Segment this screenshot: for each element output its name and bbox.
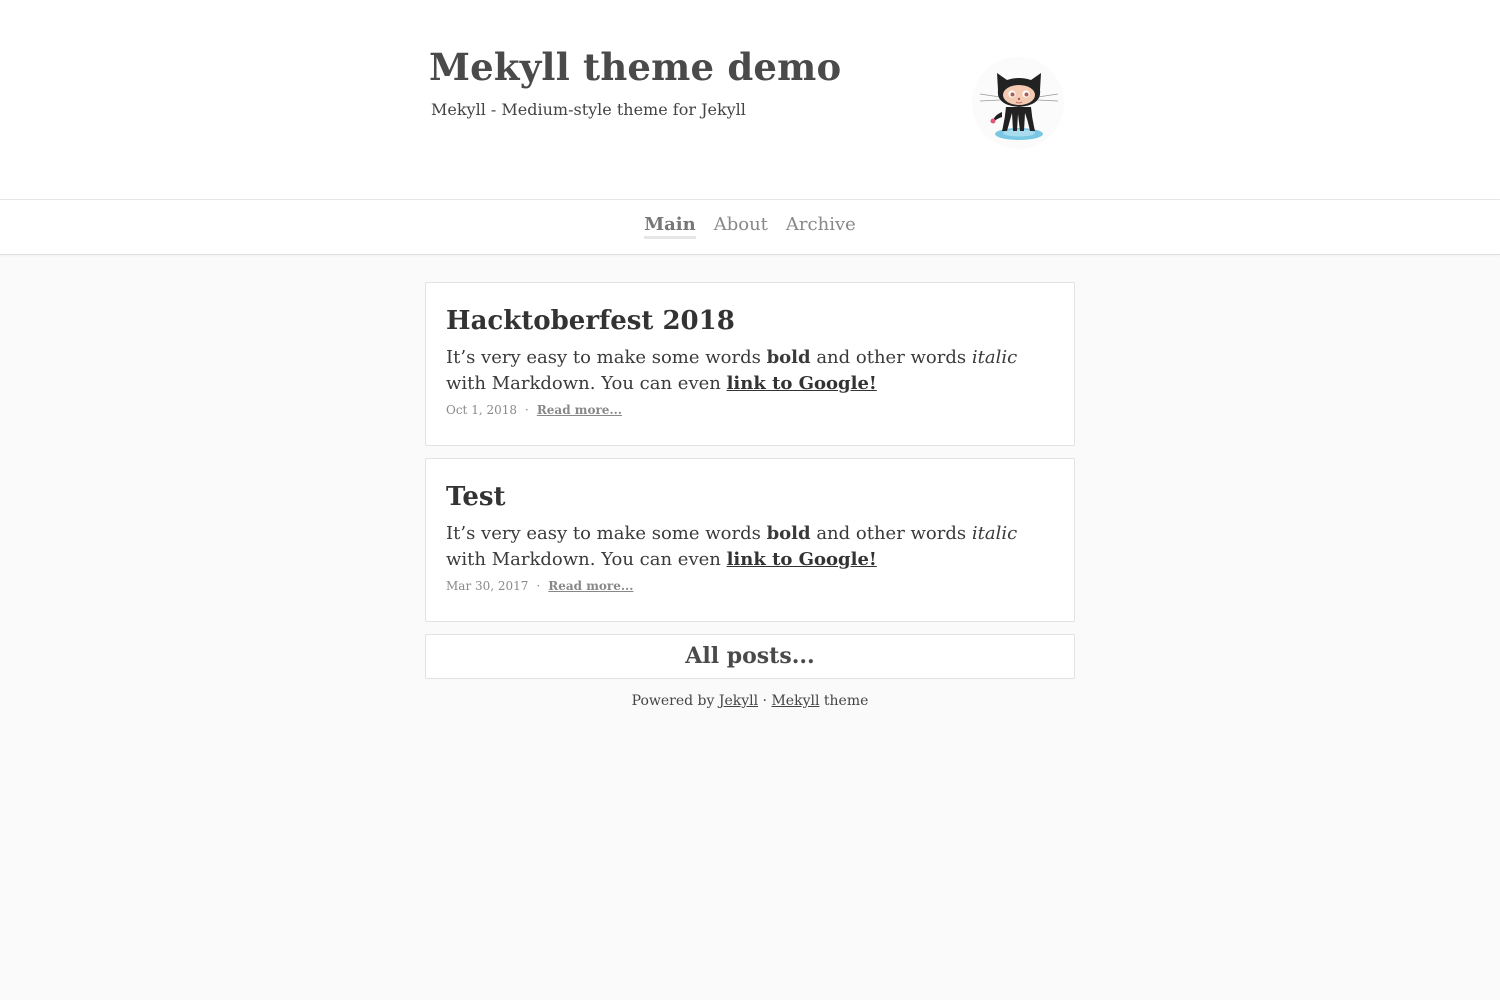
main-nav: Main About Archive xyxy=(0,199,1500,255)
site-title[interactable]: Mekyll theme demo xyxy=(429,45,841,89)
meta-separator: · xyxy=(525,403,529,417)
site-footer: Powered by Jekyll · Mekyll theme xyxy=(425,693,1075,709)
excerpt-italic: italic xyxy=(971,347,1018,368)
excerpt-text: and other words xyxy=(810,523,972,544)
nav-item-about[interactable]: About xyxy=(714,214,768,236)
footer-separator: · xyxy=(758,693,772,709)
avatar[interactable] xyxy=(972,57,1064,149)
google-link[interactable]: link to Google! xyxy=(727,373,877,394)
excerpt-text: It’s very easy to make some words xyxy=(446,523,767,544)
post-excerpt: It’s very easy to make some words bold a… xyxy=(446,521,1054,573)
post-card: Test It’s very easy to make some words b… xyxy=(425,458,1075,622)
site-header: Mekyll theme demo Mekyll - Medium-style … xyxy=(0,0,1500,199)
excerpt-text: with Markdown. You can even xyxy=(446,373,727,394)
excerpt-text: It’s very easy to make some words xyxy=(446,347,767,368)
post-meta: Oct 1, 2018 · Read more... xyxy=(446,403,1054,417)
meta-separator: · xyxy=(536,579,541,593)
header-inner: Mekyll theme demo Mekyll - Medium-style … xyxy=(425,0,1075,199)
all-posts-button[interactable]: All posts... xyxy=(425,634,1075,679)
nav-items: Main About Archive xyxy=(0,214,1500,239)
excerpt-bold: bold xyxy=(766,523,811,544)
excerpt-bold: bold xyxy=(766,347,811,368)
post-excerpt: It’s very easy to make some words bold a… xyxy=(446,345,1054,397)
post-card: Hacktoberfest 2018 It’s very easy to mak… xyxy=(425,282,1075,446)
post-date: Oct 1, 2018 xyxy=(446,403,517,417)
post-meta: Mar 30, 2017 · Read more... xyxy=(446,579,1054,593)
footer-prefix: Powered by xyxy=(631,693,719,709)
read-more-link[interactable]: Read more... xyxy=(548,579,633,593)
site-subtitle: Mekyll - Medium-style theme for Jekyll xyxy=(431,100,746,119)
jekyll-link[interactable]: Jekyll xyxy=(719,693,758,709)
post-list: Hacktoberfest 2018 It’s very easy to mak… xyxy=(425,255,1075,709)
read-more-link[interactable]: Read more... xyxy=(537,403,622,417)
nav-item-archive[interactable]: Archive xyxy=(786,214,856,236)
post-title[interactable]: Hacktoberfest 2018 xyxy=(446,303,1054,339)
excerpt-text: with Markdown. You can even xyxy=(446,549,727,570)
post-date: Mar 30, 2017 xyxy=(446,579,529,593)
google-link[interactable]: link to Google! xyxy=(727,549,877,570)
post-title[interactable]: Test xyxy=(446,479,1054,515)
excerpt-italic: italic xyxy=(971,523,1018,544)
excerpt-text: and other words xyxy=(810,347,972,368)
mekyll-link[interactable]: Mekyll xyxy=(771,693,819,709)
octocat-icon xyxy=(979,73,1059,140)
nav-item-main[interactable]: Main xyxy=(644,214,696,239)
footer-suffix: theme xyxy=(819,693,869,709)
